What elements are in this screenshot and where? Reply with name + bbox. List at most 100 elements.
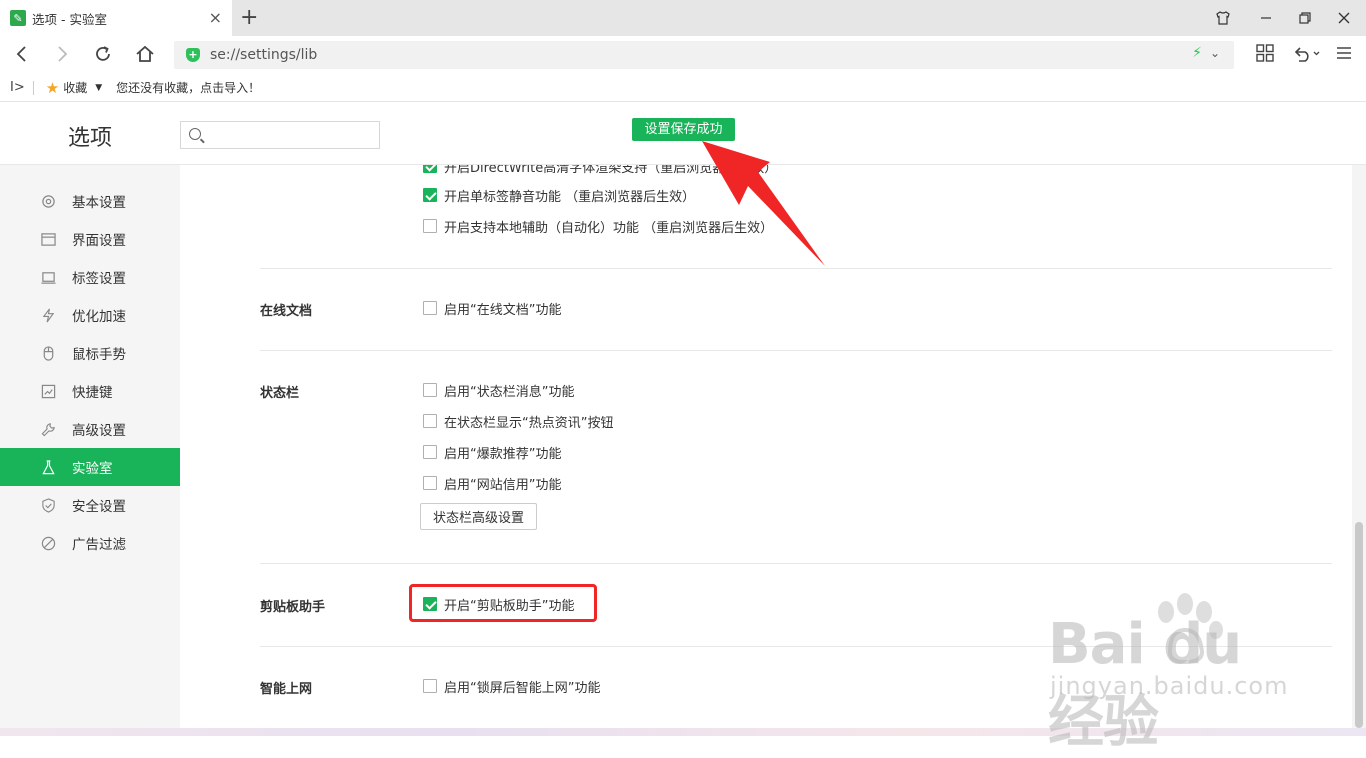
- checkbox[interactable]: [423, 383, 437, 397]
- tab-icon: [40, 269, 56, 285]
- sidebar-item-security[interactable]: 安全设置: [0, 486, 180, 524]
- bookmarks-dropdown-icon[interactable]: ▼: [95, 83, 102, 93]
- settings-search[interactable]: [180, 121, 380, 149]
- sidebar-toggle-icon[interactable]: I>: [10, 80, 25, 95]
- section-divider: [260, 350, 1332, 351]
- sidebar-item-label: 安全设置: [72, 499, 126, 515]
- settings-header: 选项 设置保存成功: [0, 103, 1366, 165]
- option-hot-news[interactable]: 在状态栏显示“热点资讯”按钮: [423, 412, 614, 431]
- option-hot-recommend[interactable]: 启用“爆款推荐”功能: [423, 443, 561, 462]
- forward-icon[interactable]: [50, 44, 74, 66]
- address-bar[interactable]: + se://settings/lib ⚡ ⌄: [174, 41, 1234, 69]
- undo-close-icon[interactable]: [1290, 44, 1324, 66]
- section-status-bar: 状态栏: [260, 386, 300, 401]
- watermark-sub-text: jingyan.baidu.com: [1050, 672, 1289, 700]
- bookmark-bar: I> ★ 收藏 ▼ 您还没有收藏，点击导入！: [0, 74, 1366, 102]
- checkbox[interactable]: [423, 679, 437, 693]
- lightning-icon: [40, 307, 56, 323]
- checkbox[interactable]: [423, 165, 437, 173]
- window-icon: [40, 231, 56, 247]
- block-icon: [40, 535, 56, 551]
- checkbox[interactable]: [423, 219, 437, 233]
- navigation-bar: + se://settings/lib ⚡ ⌄: [0, 36, 1366, 74]
- secure-shield-icon: +: [186, 48, 200, 62]
- option-label: 在状态栏显示“热点资讯”按钮: [444, 415, 614, 431]
- sidebar-item-label: 优化加速: [72, 309, 126, 325]
- sidebar-item-label: 实验室: [72, 461, 113, 477]
- home-icon[interactable]: [133, 44, 157, 66]
- option-label: 启用“状态栏消息”功能: [444, 384, 575, 400]
- gear-icon: [40, 193, 56, 209]
- browser-tab[interactable]: ✎ 选项 - 实验室 ×: [0, 0, 232, 36]
- option-label: 启用“在线文档”功能: [444, 302, 562, 318]
- checkbox[interactable]: [423, 445, 437, 459]
- sidebar-item-advanced[interactable]: 高级设置: [0, 410, 180, 448]
- shield-icon: [40, 497, 56, 513]
- option-tab-mute[interactable]: 开启单标签静音功能 （重启浏览器后生效）: [423, 186, 696, 205]
- tab-close-icon[interactable]: ×: [209, 10, 222, 26]
- checkbox[interactable]: [423, 476, 437, 490]
- option-site-credit[interactable]: 启用“网站信用”功能: [423, 474, 562, 493]
- mouse-icon: [40, 345, 56, 361]
- close-window-icon[interactable]: [1334, 8, 1354, 28]
- sidebar-item-interface[interactable]: 界面设置: [0, 220, 180, 258]
- section-divider: [260, 563, 1332, 564]
- save-success-toast: 设置保存成功: [632, 118, 735, 141]
- sidebar-item-label: 快捷键: [72, 385, 113, 401]
- sidebar-item-label: 鼠标手势: [72, 347, 126, 363]
- sidebar-item-speed[interactable]: 优化加速: [0, 296, 180, 334]
- checkbox[interactable]: [423, 301, 437, 315]
- new-tab-icon[interactable]: +: [240, 6, 258, 30]
- apps-grid-icon[interactable]: [1253, 44, 1277, 66]
- refresh-icon[interactable]: [91, 44, 115, 66]
- sidebar-item-adblock[interactable]: 广告过滤: [0, 524, 180, 562]
- menu-icon[interactable]: [1332, 44, 1356, 66]
- checkbox[interactable]: [423, 188, 437, 202]
- page-title: 选项: [68, 126, 113, 151]
- option-directwrite[interactable]: 开启DirectWrite高清字体渲染支持（重启浏览器后生效）: [423, 165, 778, 176]
- tab-favicon-icon: ✎: [10, 10, 26, 26]
- section-clipboard: 剪贴板助手: [260, 600, 326, 615]
- option-label: 启用“网站信用”功能: [444, 477, 562, 493]
- back-icon[interactable]: [10, 44, 34, 66]
- sidebar-item-label: 高级设置: [72, 423, 126, 439]
- option-local-assist[interactable]: 开启支持本地辅助（自动化）功能 （重启浏览器后生效）: [423, 217, 774, 236]
- url-dropdown-icon[interactable]: ⌄: [1210, 46, 1220, 60]
- checkbox[interactable]: [423, 414, 437, 428]
- star-icon[interactable]: ★: [46, 79, 59, 97]
- sidebar-item-label: 基本设置: [72, 195, 126, 211]
- restore-icon[interactable]: [1295, 8, 1315, 28]
- sidebar-item-mouse-gesture[interactable]: 鼠标手势: [0, 334, 180, 372]
- wrench-icon: [40, 421, 56, 437]
- sidebar-item-basic[interactable]: 基本设置: [0, 182, 180, 220]
- search-icon: [189, 128, 201, 140]
- baidu-jingyan-watermark: Bai du 经验 jingyan.baidu.com: [1048, 590, 1308, 755]
- speed-mode-icon[interactable]: ⚡: [1192, 45, 1202, 61]
- skin-icon[interactable]: [1213, 8, 1233, 28]
- bookmark-divider: [32, 80, 34, 95]
- tab-bar: ✎ 选项 - 实验室 × +: [0, 0, 1366, 36]
- scrollbar-thumb[interactable]: [1355, 522, 1363, 728]
- option-online-docs[interactable]: 启用“在线文档”功能: [423, 299, 562, 318]
- url-text: se://settings/lib: [210, 47, 318, 63]
- option-label: 开启支持本地辅助（自动化）功能 （重启浏览器后生效）: [444, 220, 774, 236]
- sidebar-item-label: 界面设置: [72, 233, 126, 249]
- bookmarks-empty-text[interactable]: 您还没有收藏，点击导入！: [116, 79, 260, 96]
- status-bar-advanced-button[interactable]: 状态栏高级设置: [420, 503, 537, 530]
- section-online-docs: 在线文档: [260, 304, 313, 319]
- section-smart-net: 智能上网: [260, 682, 313, 697]
- option-status-messages[interactable]: 启用“状态栏消息”功能: [423, 381, 575, 400]
- option-label: 开启DirectWrite高清字体渲染支持（重启浏览器后生效）: [444, 165, 778, 176]
- option-label: 启用“锁屏后智能上网”功能: [444, 680, 601, 696]
- sidebar-item-tabs[interactable]: 标签设置: [0, 258, 180, 296]
- minimize-icon[interactable]: [1256, 8, 1276, 28]
- sidebar-item-lab[interactable]: 实验室: [0, 448, 180, 486]
- option-smart-net[interactable]: 启用“锁屏后智能上网”功能: [423, 677, 601, 696]
- content-scrollbar[interactable]: [1352, 165, 1366, 728]
- search-input[interactable]: [205, 124, 375, 146]
- sidebar-item-shortcuts[interactable]: 快捷键: [0, 372, 180, 410]
- option-label: 开启单标签静音功能 （重启浏览器后生效）: [444, 189, 696, 205]
- tab-title: 选项 - 实验室: [32, 11, 107, 27]
- bookmarks-label[interactable]: 收藏: [63, 79, 87, 96]
- settings-sidebar: 基本设置 界面设置 标签设置 优化加速 鼠标手势 快捷键 高级设置 实验室 安全…: [0, 165, 180, 736]
